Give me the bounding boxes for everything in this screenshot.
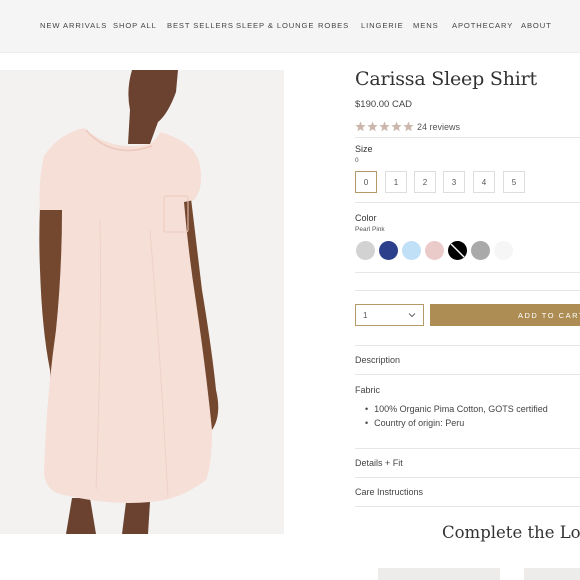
- accordion-description[interactable]: Description: [355, 355, 400, 365]
- star-icon: [355, 121, 366, 132]
- accordion-care-instructions[interactable]: Care Instructions: [355, 487, 423, 497]
- size-option-2[interactable]: 2: [414, 171, 436, 193]
- size-option-3[interactable]: 3: [443, 171, 465, 193]
- section-title-complete-the-look: Complete the Look: [442, 523, 580, 542]
- review-count[interactable]: 24 reviews: [417, 122, 460, 132]
- color-swatch-grey[interactable]: [471, 241, 490, 260]
- star-icon: [391, 121, 402, 132]
- nav-about[interactable]: ABOUT: [521, 21, 552, 30]
- divider: [355, 202, 580, 203]
- divider: [355, 290, 580, 291]
- nav-robes[interactable]: ROBES: [318, 21, 349, 30]
- recommendation-thumbnail[interactable]: [524, 568, 580, 580]
- color-swatch-light-grey[interactable]: [356, 241, 375, 260]
- accordion-fabric[interactable]: Fabric: [355, 385, 380, 395]
- nav-lingerie[interactable]: LINGERIE: [361, 21, 404, 30]
- size-option-5[interactable]: 5: [503, 171, 525, 193]
- size-option-0[interactable]: 0: [355, 171, 377, 193]
- add-to-cart-label: ADD TO CART: [518, 310, 580, 320]
- divider: [355, 374, 580, 375]
- nav-mens[interactable]: MENS: [413, 21, 439, 30]
- divider: [355, 272, 580, 273]
- size-selected-value: 0: [355, 157, 359, 164]
- size-option-4[interactable]: 4: [473, 171, 495, 193]
- nav-shop-all[interactable]: SHOP ALL: [113, 21, 157, 30]
- color-swatch-pearl-pink[interactable]: [425, 241, 444, 260]
- nav-best-sellers[interactable]: BEST SELLERS: [167, 21, 234, 30]
- list-item: 100% Organic Pima Cotton, GOTS certified: [365, 402, 548, 416]
- model-illustration: [0, 70, 284, 534]
- nav-sleep-lounge[interactable]: SLEEP & LOUNGE: [236, 21, 314, 30]
- quantity-select[interactable]: 1: [355, 304, 424, 326]
- nav-apothecary[interactable]: APOTHECARY: [452, 21, 513, 30]
- divider: [355, 506, 580, 507]
- divider: [355, 137, 580, 138]
- color-swatch-black-unavailable[interactable]: [448, 241, 467, 260]
- star-icon: [379, 121, 390, 132]
- size-label: Size: [355, 144, 373, 154]
- star-icon: [403, 121, 414, 132]
- quantity-value: 1: [363, 310, 368, 320]
- rating[interactable]: 24 reviews: [355, 121, 460, 132]
- star-icon: [367, 121, 378, 132]
- size-option-1[interactable]: 1: [385, 171, 407, 193]
- top-nav: NEW ARRIVALS SHOP ALL BEST SELLERS SLEEP…: [0, 0, 580, 53]
- divider: [355, 345, 580, 346]
- nav-new-arrivals[interactable]: NEW ARRIVALS: [40, 21, 107, 30]
- divider: [355, 477, 580, 478]
- color-swatch-light-blue[interactable]: [402, 241, 421, 260]
- color-selected-value: Pearl Pink: [355, 226, 385, 233]
- recommendation-thumbnail[interactable]: [378, 568, 500, 580]
- product-title: Carissa Sleep Shirt: [355, 68, 537, 90]
- fabric-list: 100% Organic Pima Cotton, GOTS certified…: [365, 402, 548, 430]
- list-item: Country of origin: Peru: [365, 416, 548, 430]
- strike-icon: [450, 243, 465, 258]
- product-price: $190.00 CAD: [355, 99, 413, 110]
- product-image[interactable]: [0, 70, 284, 534]
- color-label: Color: [355, 213, 377, 223]
- color-swatch-navy[interactable]: [379, 241, 398, 260]
- divider: [355, 448, 580, 449]
- accordion-details-fit[interactable]: Details + Fit: [355, 458, 403, 468]
- chevron-down-icon: [408, 313, 416, 318]
- add-to-cart-button[interactable]: ADD TO CART: [430, 304, 580, 326]
- color-swatch-white[interactable]: [494, 241, 513, 260]
